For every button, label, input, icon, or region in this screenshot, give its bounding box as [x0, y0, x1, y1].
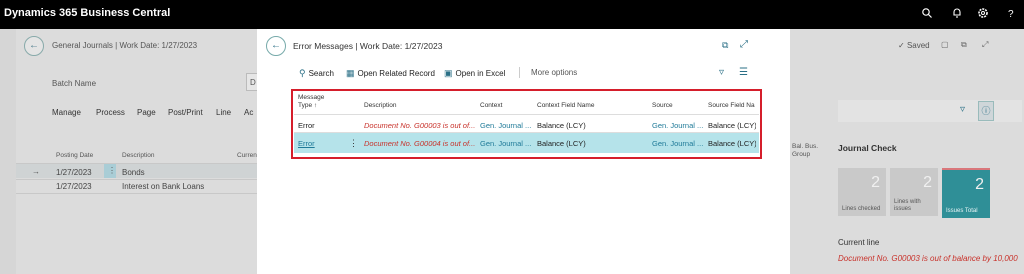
col-bal-bus-group: Bal. Bus. Group — [792, 143, 819, 158]
bg-filter-bar — [838, 100, 1022, 122]
current-line-label: Current line — [838, 238, 880, 247]
row-description[interactable]: Interest on Bank Loans — [122, 182, 204, 191]
open-new-window-icon[interactable]: ⧉ — [722, 40, 728, 51]
list-view-icon[interactable]: ☰ — [739, 67, 748, 78]
collapse-icon[interactable]: ⤢ — [982, 40, 988, 50]
tile-value: 2 — [871, 174, 880, 191]
tile-label: Lines checked — [842, 206, 881, 212]
row-menu-icon[interactable]: ⋮ — [104, 164, 116, 178]
tile-value: 2 — [975, 176, 984, 193]
menu-process[interactable]: Process — [96, 108, 125, 117]
search-icon: ⚲ — [299, 68, 306, 78]
app-title[interactable]: Dynamics 365 Business Central — [4, 7, 170, 19]
open-related-label: Open Related Record — [357, 69, 435, 78]
row-divider — [16, 179, 257, 180]
row-context[interactable]: Gen. Journal ... — [480, 139, 534, 148]
row-context-field[interactable]: Balance (LCY) — [537, 121, 586, 130]
batch-name-label: Batch Name — [52, 79, 97, 88]
menu-manage[interactable]: Manage — [52, 108, 81, 117]
row-menu-icon[interactable]: ⋮ — [349, 138, 358, 149]
menu-page[interactable]: Page — [137, 108, 156, 117]
bg-saved-label: Saved — [906, 41, 930, 50]
filter-icon[interactable]: ▿ — [960, 104, 965, 115]
search-action[interactable]: ⚲ Search — [299, 68, 334, 79]
tile-issues-total[interactable]: 2 Issues Total — [942, 168, 990, 218]
col-currency-partial: Curren — [237, 152, 257, 159]
svg-text:?: ? — [1008, 9, 1014, 19]
back-button[interactable]: ← — [266, 36, 286, 56]
filter-icon[interactable]: ▿ — [719, 67, 724, 78]
col-context-field-name[interactable]: Context Field Name — [537, 102, 594, 110]
row-date[interactable]: 1/27/2023 — [56, 182, 92, 191]
row-source-field[interactable]: Balance (LCY) — [708, 139, 756, 148]
col-description: Description — [122, 152, 155, 159]
menu-actions[interactable]: Ac — [244, 108, 253, 117]
tile-lines-checked[interactable]: 2 Lines checked — [838, 168, 886, 216]
menu-line[interactable]: Line — [216, 108, 231, 117]
expand-icon[interactable]: ⤢ — [740, 39, 748, 50]
action-divider — [519, 67, 520, 78]
help-icon[interactable]: ? — [1005, 7, 1019, 21]
row-description[interactable]: Document No. G00004 is out of... — [364, 139, 476, 148]
search-label: Search — [308, 69, 334, 78]
more-options-action[interactable]: More options — [531, 68, 577, 77]
gear-icon[interactable] — [977, 7, 991, 21]
row-context-field[interactable]: Balance (LCY) — [537, 139, 586, 148]
info-icon[interactable]: ⓘ — [978, 101, 994, 121]
document-icon: ▦ — [346, 68, 355, 78]
journal-check-title: Journal Check — [838, 143, 897, 153]
row-context[interactable]: Gen. Journal ... — [480, 121, 534, 130]
menu-post-print[interactable]: Post/Print — [168, 108, 203, 117]
bell-icon[interactable] — [951, 7, 965, 21]
row-arrow-icon: → — [32, 167, 40, 176]
row-source[interactable]: Gen. Journal ... — [652, 121, 706, 130]
tile-value: 2 — [923, 174, 932, 191]
open-excel-label: Open in Excel — [455, 69, 506, 78]
excel-icon: ▣ — [444, 68, 453, 78]
tile-lines-with-issues[interactable]: 2 Lines with issues — [890, 168, 938, 216]
tile-label: Lines with issues — [894, 199, 921, 212]
header-divider — [294, 114, 759, 115]
row-type[interactable]: Error — [298, 121, 315, 130]
row-type[interactable]: Error — [298, 139, 315, 148]
row-description[interactable]: Document No. G00003 is out of... — [364, 121, 476, 130]
top-bar: Dynamics 365 Business Central ? — [0, 0, 1024, 29]
search-icon[interactable] — [921, 7, 935, 21]
batch-name-value: D — [250, 78, 256, 87]
bookmark-icon[interactable]: ▢ — [941, 40, 949, 49]
col-source[interactable]: Source — [652, 102, 673, 110]
row-source-field[interactable]: Balance (LCY) — [708, 121, 756, 130]
open-related-record-action[interactable]: ▦ Open Related Record — [346, 68, 435, 79]
col-source-field-name[interactable]: Source Field Na — [708, 102, 755, 110]
tile-label: Issues Total — [946, 208, 978, 214]
dialog-title: Error Messages | Work Date: 1/27/2023 — [293, 41, 443, 51]
col-message-type[interactable]: Message Type ↑ — [298, 94, 324, 110]
row-description[interactable]: Bonds — [122, 168, 145, 177]
row-source[interactable]: Gen. Journal ... — [652, 139, 706, 148]
row-divider — [16, 193, 257, 194]
open-new-window-icon[interactable]: ⧉ — [961, 40, 967, 50]
row-date[interactable]: 1/27/2023 — [56, 168, 92, 177]
col-context[interactable]: Context — [480, 102, 502, 110]
current-line-text: Document No. G00003 is out of balance by… — [838, 254, 1018, 263]
open-in-excel-action[interactable]: ▣ Open in Excel — [444, 68, 505, 79]
col-description[interactable]: Description — [364, 102, 397, 110]
col-posting-date: Posting Date — [56, 152, 94, 159]
bg-back-button[interactable]: ← — [24, 36, 44, 56]
bg-saved-status: ✓ Saved — [898, 41, 930, 50]
bg-page-title: General Journals | Work Date: 1/27/2023 — [52, 41, 198, 50]
